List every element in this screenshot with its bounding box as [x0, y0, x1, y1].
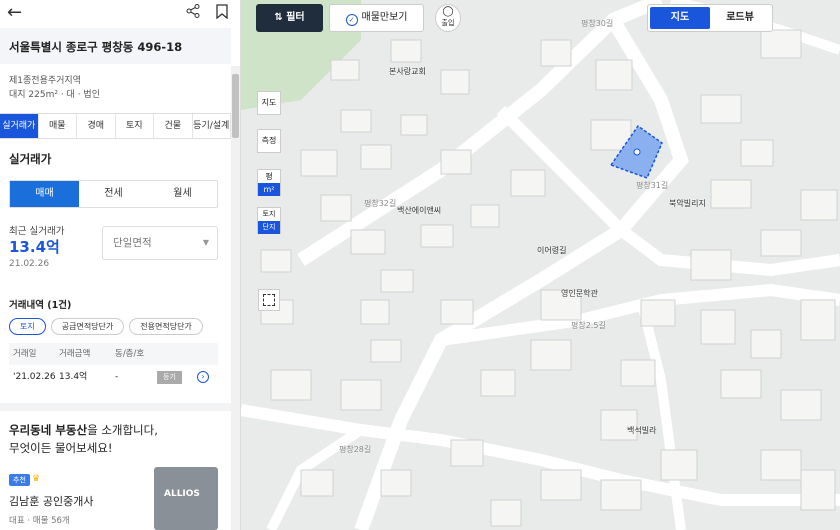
table-row[interactable]: '21.02.26 13.4억 - 등기 ›: [9, 366, 218, 388]
road-label: 평창28길: [339, 445, 372, 454]
col-amount: 거래금액: [59, 349, 91, 359]
promo-text: 우리동네 부동산을 소개합니다, 무엇이든 물어보세요!: [9, 421, 158, 457]
chip-land[interactable]: 토지: [9, 318, 46, 335]
agent-sub: 대표 · 매물 56개: [9, 516, 70, 526]
col-unit: 동/층/호: [115, 349, 145, 359]
zone-info: 제1종전용주거지역 대지 225m² · 대 · 법인: [9, 74, 100, 102]
agent-logo: ALLIOS: [164, 489, 200, 499]
road-label: 평창2.5길: [571, 321, 606, 330]
parcel-marker: [633, 148, 641, 156]
jido-button[interactable]: 지도: [257, 91, 281, 115]
panel-header: ←: [0, 0, 240, 26]
property-address: 서울특별시 종로구 평창동 496-18: [0, 28, 231, 64]
zone-type: 제1종전용주거지역: [9, 76, 81, 86]
speech-bubble-icon: ◯: [442, 6, 454, 17]
map-canvas: [241, 0, 840, 530]
tab-auction[interactable]: 경매: [77, 114, 116, 138]
chevron-right-icon[interactable]: ›: [197, 371, 209, 383]
deal-type-sale[interactable]: 매매: [10, 181, 79, 207]
crown-icon: ♛: [32, 474, 41, 484]
promo-rest: 을 소개합니다,: [87, 423, 158, 437]
tab-land[interactable]: 토지: [116, 114, 154, 138]
deal-type-monthly[interactable]: 월세: [148, 181, 217, 207]
recent-date: 21.02.26: [9, 259, 50, 269]
layer-complex[interactable]: 단지: [258, 221, 280, 234]
road-label: 평창30길: [581, 19, 614, 28]
poi-label[interactable]: 본사랑교회: [389, 66, 426, 77]
chul-label: 출입: [441, 19, 455, 27]
row-unit: -: [115, 372, 119, 382]
layer-land[interactable]: 토지: [258, 208, 280, 221]
map-type-map[interactable]: 지도: [650, 7, 710, 29]
tab-transactions[interactable]: 실거래가: [0, 114, 39, 138]
recent-price-label: 최근 실거래가: [9, 226, 65, 237]
only-listings-label: 매물만보기: [361, 12, 408, 23]
only-listings-button[interactable]: ✓ 매물만보기: [329, 4, 424, 32]
unit-toggle: 평 m²: [257, 169, 281, 196]
section-divider: [0, 403, 231, 411]
map-type-roadview[interactable]: 로드뷰: [710, 7, 770, 29]
row-amount: 13.4억: [59, 372, 88, 382]
row-date: '21.02.26: [13, 372, 56, 382]
panel-scrollbar[interactable]: [231, 66, 240, 530]
history-table-header: 거래일 거래금액 동/층/호: [9, 343, 218, 365]
chevron-down-icon: ▼: [202, 238, 209, 247]
scrollbar-thumb[interactable]: [232, 74, 239, 138]
poi-label[interactable]: 백산에이앤씨: [397, 205, 441, 216]
poi-label[interactable]: 백석빌라: [627, 425, 656, 436]
area-layer-toggle: 토지 단지: [257, 207, 281, 234]
tab-building[interactable]: 건물: [154, 114, 193, 138]
filter-button[interactable]: ⇅ 필터: [256, 4, 323, 32]
recommend-badge: 추천: [9, 474, 30, 486]
lot-info: 대지 225m² · 대 · 법인: [9, 90, 100, 100]
info-tabs: 실거래가 매물 경매 토지 건물 등기/설계: [0, 113, 231, 139]
measure-button[interactable]: 측정: [257, 129, 281, 153]
area-select-icon[interactable]: [258, 289, 280, 311]
unit-sqm[interactable]: m²: [258, 183, 280, 196]
road-label: 평창32길: [364, 199, 397, 208]
agent-name[interactable]: 김남훈 공인중개사: [9, 493, 93, 509]
poi-label[interactable]: 이어령길: [537, 245, 566, 256]
unit-pyeong[interactable]: 평: [258, 170, 280, 183]
deal-type-jeonse[interactable]: 전세: [79, 181, 148, 207]
tab-listings[interactable]: 매물: [39, 114, 77, 138]
area-select-value: 단일면적: [113, 237, 152, 249]
recent-price: 13.4억: [9, 238, 60, 256]
road-label: 평창31길: [636, 181, 669, 190]
filter-icon: ⇅: [274, 12, 283, 23]
share-icon[interactable]: [186, 4, 200, 18]
section-title: 실거래가: [9, 152, 52, 166]
promo-line2: 무엇이든 물어보세요!: [9, 441, 113, 455]
map-view[interactable]: 본사랑교회 백산에이앤씨 이어령길 영인문학관 북악빌리지 백석빌라 평창30길…: [241, 0, 840, 530]
chip-exclusive-unit-price[interactable]: 전용면적당단가: [129, 318, 203, 335]
chul-button[interactable]: ◯ 출입: [435, 4, 461, 32]
agent-photo[interactable]: ALLIOS: [154, 467, 218, 530]
arrow-left-icon[interactable]: ←: [7, 2, 22, 23]
property-info-panel: ← 서울특별시 종로구 평창동 496-18 제1종전용주거지역 대지 225m…: [0, 0, 241, 530]
check-icon: ✓: [345, 14, 358, 26]
chip-supply-unit-price[interactable]: 공급면적당단가: [50, 318, 125, 335]
map-type-toggle: 지도 로드뷰: [647, 4, 773, 32]
filter-label: 필터: [286, 12, 305, 23]
poi-label[interactable]: 영인문학관: [561, 288, 598, 299]
registry-badge: 등기: [157, 371, 182, 384]
history-title: 거래내역 (1건): [9, 300, 72, 311]
history-filter-chips: 토지 공급면적당단가 전용면적당단가: [9, 318, 203, 335]
col-date: 거래일: [13, 349, 37, 359]
area-select-dropdown[interactable]: 단일면적 ▼: [102, 226, 218, 260]
bookmark-icon[interactable]: [216, 4, 228, 19]
promo-bold: 우리동네 부동산: [9, 423, 88, 437]
deal-type-selector: 매매 전세 월세: [9, 180, 218, 208]
tab-registry[interactable]: 등기/설계: [193, 114, 231, 138]
poi-label[interactable]: 북악빌리지: [669, 198, 706, 209]
